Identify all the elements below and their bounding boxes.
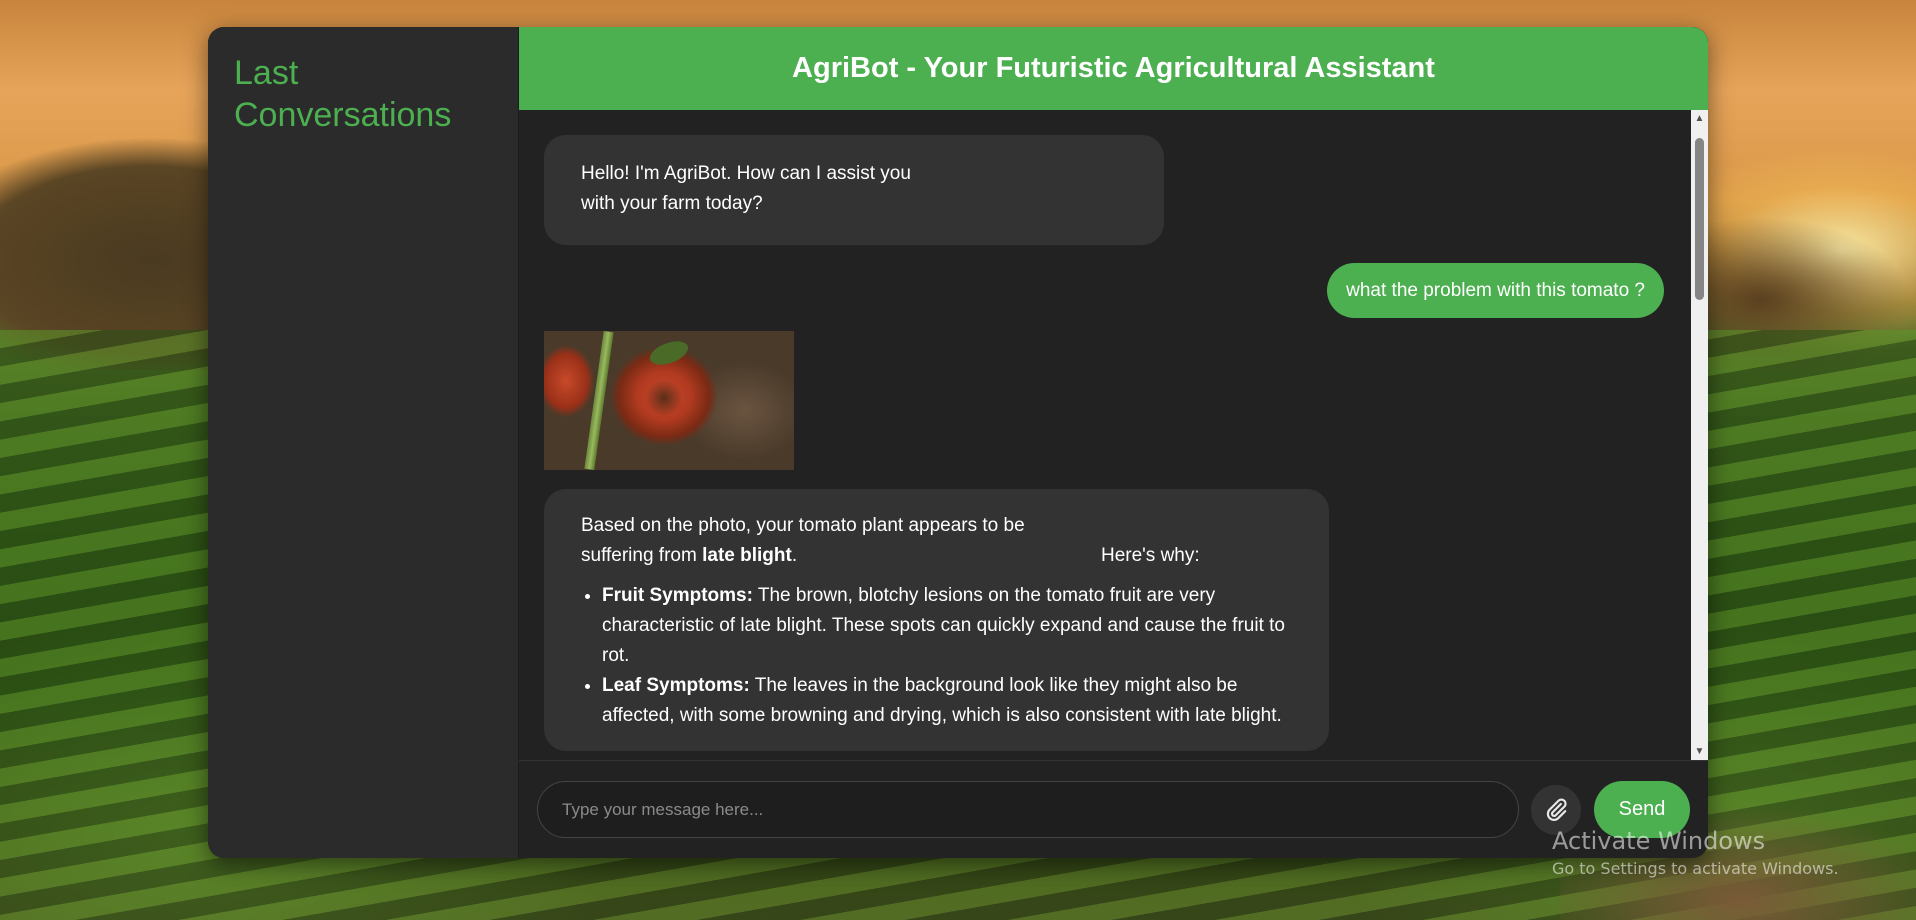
diagnosis-prefix: Based on the photo, your tomato plant ap… [581,515,1025,566]
chat-panel: AgriBot - Your Futuristic Agricultural A… [519,27,1708,858]
scroll-thumb[interactable] [1695,138,1704,300]
app-window: Last Conversations AgriBot - Your Futuri… [208,27,1708,858]
symptom-list: Fruit Symptoms: The brown, blotchy lesio… [581,581,1303,731]
photo-stem [584,331,614,470]
scroll-down-arrow-icon[interactable]: ▼ [1691,743,1708,760]
message-input[interactable] [537,781,1519,838]
watermark-title: Activate Windows [1552,827,1766,855]
heres-why-text: Here's why: [1101,545,1200,566]
chat-header: AgriBot - Your Futuristic Agricultural A… [519,27,1708,110]
diagnosis-suffix: . [791,545,798,566]
activate-windows-watermark: Activate Windows Go to Settings to activ… [1552,826,1839,880]
bot-message-intro: Based on the photo, your tomato plant ap… [581,511,1303,571]
watermark-subtitle: Go to Settings to activate Windows. [1552,859,1839,878]
bot-message: Hello! I'm AgriBot. How can I assist you… [544,135,1164,245]
sidebar: Last Conversations [208,27,519,858]
bot-message-text: Hello! I'm AgriBot. How can I assist you… [581,163,911,214]
list-item: Leaf Symptoms: The leaves in the backgro… [602,671,1303,731]
message-composer: Send [519,760,1708,858]
symptom-title: Leaf Symptoms: [602,675,750,696]
sidebar-title: Last Conversations [234,54,452,134]
page-title: AgriBot - Your Futuristic Agricultural A… [792,52,1435,84]
message-list[interactable]: Hello! I'm AgriBot. How can I assist you… [519,110,1708,760]
list-item: Fruit Symptoms: The brown, blotchy lesio… [602,581,1303,671]
user-message-row: what the problem with this tomato ? [544,263,1664,318]
tomato-photo[interactable] [544,331,794,470]
user-message: what the problem with this tomato ? [1327,263,1664,318]
scroll-up-arrow-icon[interactable]: ▲ [1691,110,1708,127]
symptom-title: Fruit Symptoms: [602,585,753,606]
photo-lesion [644,381,684,415]
chat-scrollbar[interactable]: ▲ ▼ [1691,110,1708,760]
paperclip-icon [1546,798,1567,821]
photo-leaf [646,336,692,370]
diagnosis-name: late blight [702,545,792,566]
bot-message: Based on the photo, your tomato plant ap… [544,489,1329,751]
diagnosis-text: Based on the photo, your tomato plant ap… [581,511,1101,571]
